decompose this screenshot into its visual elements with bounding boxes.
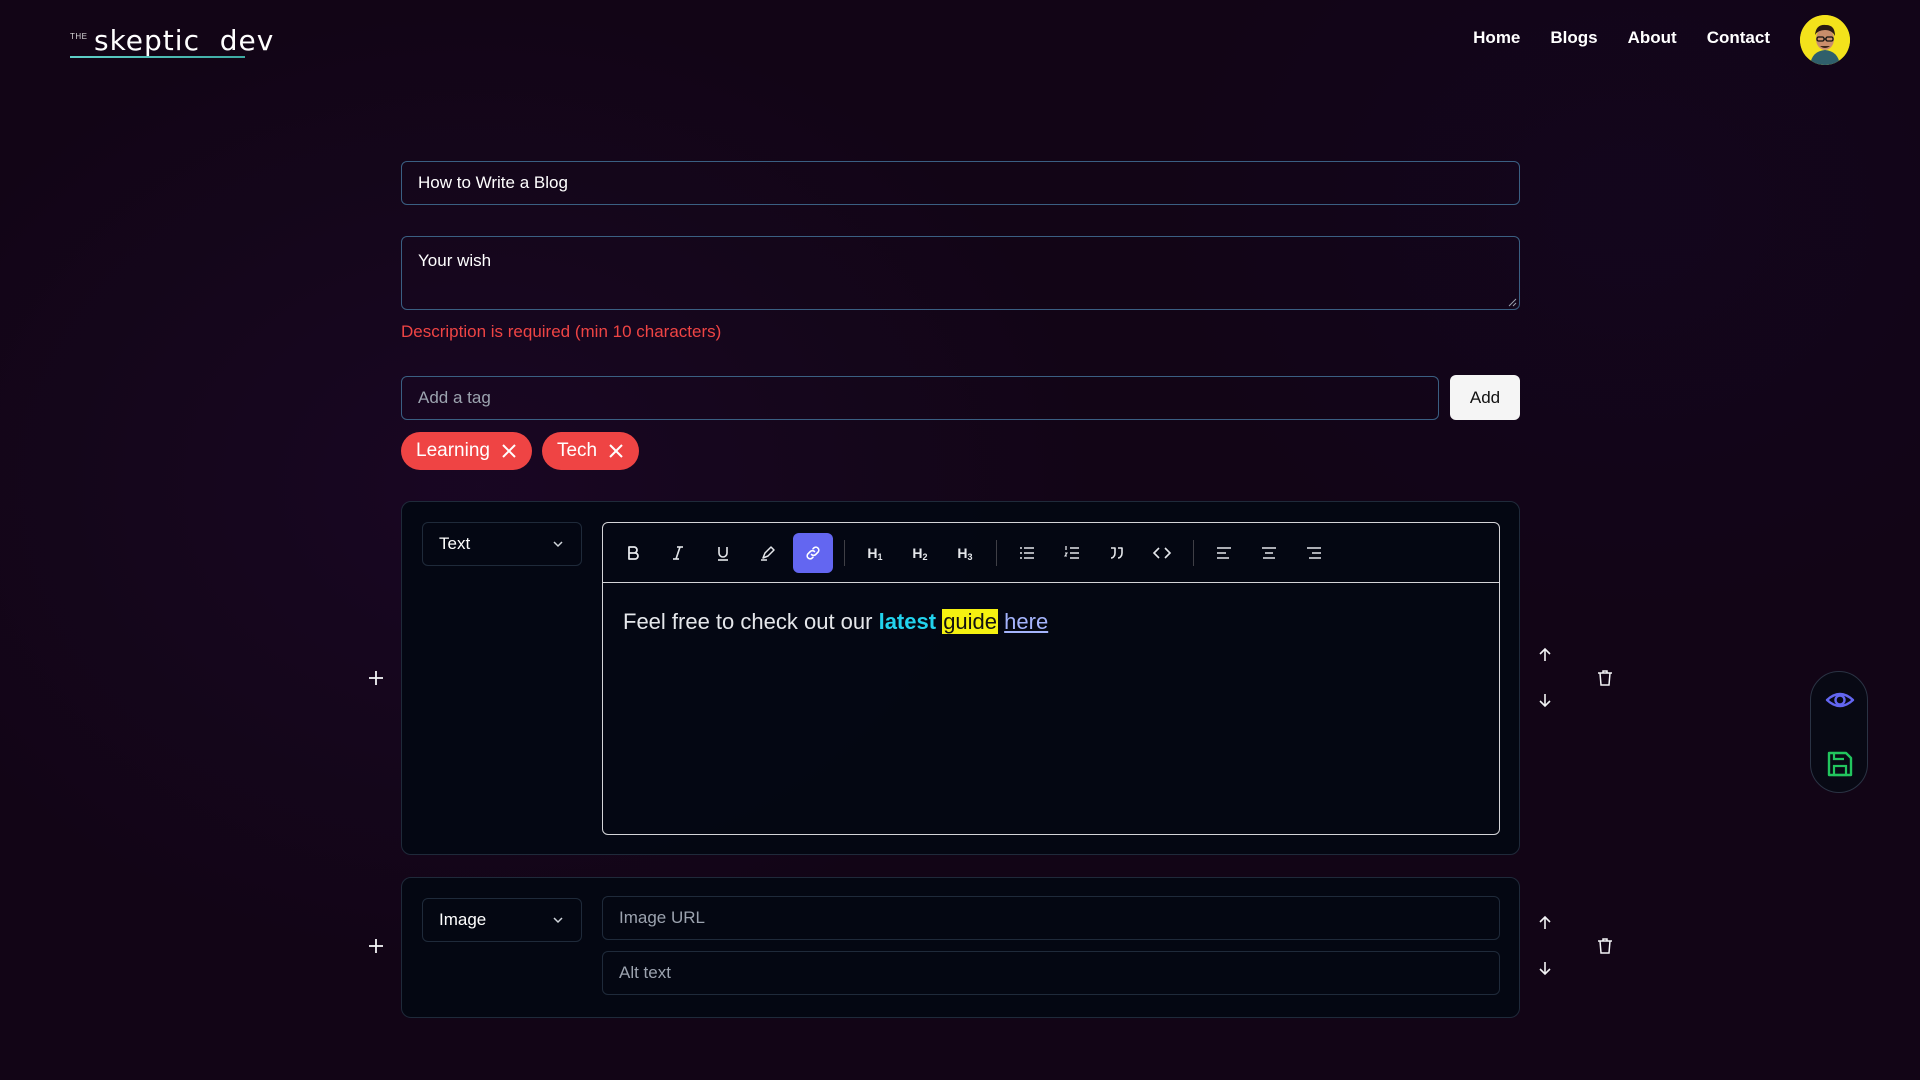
blog-title-input[interactable] xyxy=(401,161,1520,205)
italic-button[interactable] xyxy=(658,533,698,573)
logo-text: skeptic dev xyxy=(94,23,275,57)
align-left-icon xyxy=(1217,547,1231,559)
logo-underline xyxy=(70,56,245,58)
link-icon xyxy=(806,546,820,560)
eye-icon xyxy=(1825,692,1855,708)
toolbar-divider xyxy=(996,540,997,566)
highlight-button[interactable] xyxy=(748,533,788,573)
logo-prefix: THE xyxy=(70,32,88,41)
italic-icon xyxy=(673,546,683,560)
alt-text-input[interactable] xyxy=(602,951,1500,995)
bold-button[interactable] xyxy=(613,533,653,573)
site-logo[interactable]: THE skeptic dev xyxy=(70,22,274,58)
bullet-list-button[interactable] xyxy=(1007,533,1047,573)
add-tag-button[interactable]: Add xyxy=(1450,375,1520,420)
code-button[interactable] xyxy=(1142,533,1182,573)
heading-3-button[interactable]: H3 xyxy=(945,533,985,573)
save-button[interactable] xyxy=(1822,746,1858,782)
underline-button[interactable] xyxy=(703,533,743,573)
tag-label: Tech xyxy=(556,440,598,461)
blockquote-button[interactable] xyxy=(1097,533,1137,573)
ordered-list-icon xyxy=(1063,546,1079,559)
top-navbar: THE skeptic dev Home Blogs About Contact xyxy=(0,0,1920,80)
tag-chip: Learning xyxy=(401,432,532,470)
align-right-button[interactable] xyxy=(1294,533,1334,573)
ordered-list-button[interactable] xyxy=(1052,533,1092,573)
move-up-arrow-icon[interactable] xyxy=(1534,644,1556,666)
tag-chip: Tech xyxy=(541,432,640,470)
underline-icon xyxy=(718,547,728,561)
image-content-block: Image xyxy=(401,877,1520,1018)
move-up-arrow-icon[interactable] xyxy=(1534,912,1556,934)
toolbar-divider xyxy=(844,540,845,566)
content-bold-cyan-text: latest xyxy=(878,609,937,634)
blog-description-input[interactable]: Your wish xyxy=(401,236,1520,310)
toolbar-divider xyxy=(1193,540,1194,566)
bold-icon xyxy=(628,546,639,560)
move-down-arrow-icon[interactable] xyxy=(1534,689,1556,711)
block-type-value: Image xyxy=(439,910,487,929)
tag-list: Learning Tech xyxy=(401,432,640,470)
align-left-button[interactable] xyxy=(1204,533,1244,573)
editor-toolbar: H1 H2 H3 xyxy=(603,523,1499,583)
rich-text-editor: H1 H2 H3 Feel free to check out our late… xyxy=(602,522,1500,835)
description-error: Description is required (min 10 characte… xyxy=(401,322,722,341)
add-block-plus-icon[interactable] xyxy=(365,935,387,957)
nav-link-contact[interactable]: Contact xyxy=(1707,28,1770,48)
tag-label: Learning xyxy=(416,440,490,461)
preview-button[interactable] xyxy=(1822,682,1858,718)
content-text: Feel free to check out our xyxy=(623,609,879,634)
bullet-list-icon xyxy=(1020,547,1034,559)
h2-icon: H2 xyxy=(912,544,928,562)
h3-icon: H3 xyxy=(957,544,973,562)
code-icon xyxy=(1152,547,1172,559)
user-avatar[interactable] xyxy=(1800,15,1850,65)
nav-links: Home Blogs About Contact xyxy=(1473,28,1770,48)
link-button[interactable] xyxy=(793,533,833,573)
highlighter-icon xyxy=(761,546,775,561)
move-down-arrow-icon[interactable] xyxy=(1534,957,1556,979)
remove-tag-icon[interactable] xyxy=(607,442,625,460)
block-type-select[interactable]: Image xyxy=(422,898,582,942)
add-block-plus-icon[interactable] xyxy=(365,667,387,689)
editor-content[interactable]: Feel free to check out our latest guide … xyxy=(623,609,1048,635)
nav-link-home[interactable]: Home xyxy=(1473,28,1520,48)
quote-icon xyxy=(1110,547,1123,559)
content-link[interactable]: here xyxy=(1004,609,1048,634)
heading-1-button[interactable]: H1 xyxy=(855,533,895,573)
content-highlighted-text: guide xyxy=(942,609,999,634)
text-content-block: Text H1 H2 H3 Feel free to check out our… xyxy=(401,501,1520,855)
block-type-value: Text xyxy=(439,534,471,553)
chevron-down-icon xyxy=(553,917,563,924)
block-type-select[interactable]: Text xyxy=(422,522,582,566)
remove-tag-icon[interactable] xyxy=(500,442,518,460)
trash-icon[interactable] xyxy=(1594,667,1616,689)
align-center-button[interactable] xyxy=(1249,533,1289,573)
align-right-icon xyxy=(1307,547,1321,559)
align-center-icon xyxy=(1262,547,1276,559)
h1-icon: H1 xyxy=(867,544,883,562)
nav-link-about[interactable]: About xyxy=(1628,28,1677,48)
nav-link-blogs[interactable]: Blogs xyxy=(1550,28,1597,48)
floating-actions xyxy=(1810,671,1868,793)
chevron-down-icon xyxy=(553,541,563,548)
trash-icon[interactable] xyxy=(1594,935,1616,957)
textarea-resize-grip[interactable] xyxy=(1507,297,1517,307)
tag-input[interactable] xyxy=(401,376,1439,420)
save-icon xyxy=(1827,751,1853,777)
image-url-input[interactable] xyxy=(602,896,1500,940)
heading-2-button[interactable]: H2 xyxy=(900,533,940,573)
